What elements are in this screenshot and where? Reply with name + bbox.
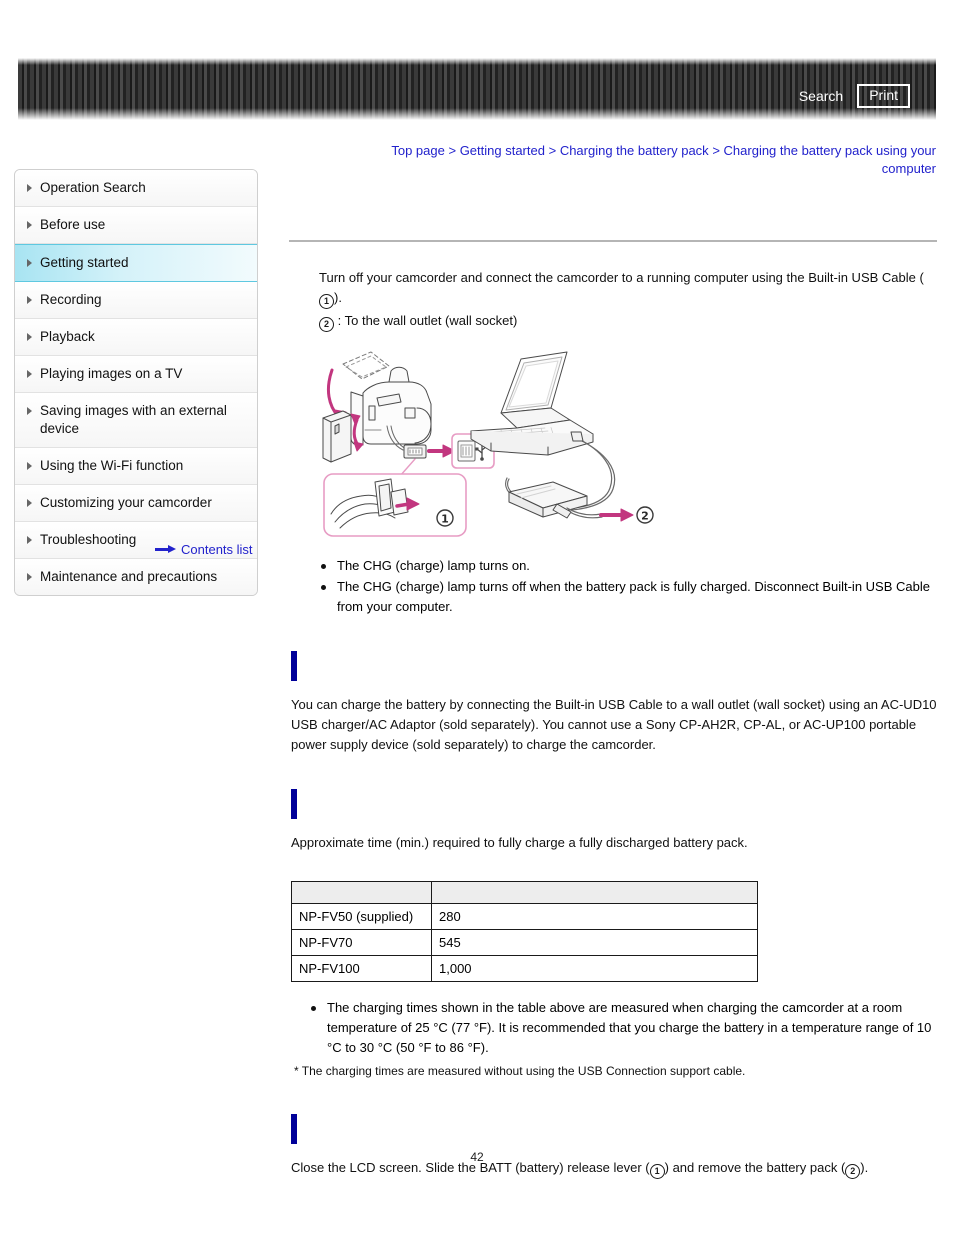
list-item: The CHG (charge) lamp turns off when the… bbox=[321, 577, 937, 617]
sidebar-item-label: Maintenance and precautions bbox=[40, 569, 218, 584]
wall-outlet-note-paragraph: 2 : To the wall outlet (wall socket) bbox=[319, 311, 937, 332]
table-cell-battery: NP-FV50 (supplied) bbox=[291, 903, 432, 930]
sidebar-item-label: Saving images with an external device bbox=[40, 403, 227, 436]
sidebar-navigation: Operation Search Before use Getting star… bbox=[14, 169, 258, 596]
sidebar-item-getting-started[interactable]: Getting started bbox=[15, 244, 257, 282]
table-header-row bbox=[291, 881, 758, 904]
sidebar-item-playback[interactable]: Playback bbox=[15, 319, 257, 356]
print-button[interactable]: Print bbox=[857, 84, 910, 109]
chevron-right-icon bbox=[27, 462, 32, 470]
sidebar-item-label: Customizing your camcorder bbox=[40, 495, 212, 510]
charging-time-notes-list: The charging times shown in the table ab… bbox=[289, 998, 937, 1058]
search-link[interactable]: Search bbox=[799, 89, 843, 103]
sidebar-item-label: Recording bbox=[40, 292, 102, 307]
breadcrumb-separator: > bbox=[712, 143, 720, 158]
chevron-right-icon bbox=[27, 296, 32, 304]
section-body-charging-wall: You can charge the battery by connecting… bbox=[291, 697, 937, 752]
chevron-right-icon bbox=[27, 499, 32, 507]
breadcrumb-item-top-page[interactable]: Top page bbox=[391, 143, 445, 158]
wall-outlet-note-text: : To the wall outlet (wall socket) bbox=[337, 313, 518, 328]
charging-time-table: NP-FV50 (supplied) 280 NP-FV70 545 NP-FV… bbox=[291, 881, 758, 982]
sidebar-item-operation-search[interactable]: Operation Search bbox=[15, 170, 257, 207]
svg-text:2: 2 bbox=[641, 510, 649, 523]
chevron-right-icon bbox=[27, 259, 32, 267]
content-divider bbox=[289, 240, 937, 242]
breadcrumb: Top page > Getting started > Charging th… bbox=[345, 142, 936, 178]
breadcrumb-item-getting-started[interactable]: Getting started bbox=[460, 143, 545, 158]
table-row: NP-FV70 545 bbox=[291, 929, 758, 956]
sidebar-item-saving-images-external-device[interactable]: Saving images with an external device bbox=[15, 393, 257, 448]
step-instruction-text: Turn off your camcorder and connect the … bbox=[319, 270, 924, 285]
chevron-right-icon bbox=[27, 333, 32, 341]
sidebar-item-label: Getting started bbox=[40, 255, 129, 270]
breadcrumb-separator: > bbox=[548, 143, 557, 158]
breadcrumb-separator: > bbox=[448, 143, 457, 158]
chevron-right-icon bbox=[27, 221, 32, 229]
header-controls: Search Print bbox=[799, 84, 910, 109]
sidebar-item-label: Using the Wi-Fi function bbox=[40, 458, 184, 473]
section-marker-bar bbox=[291, 1114, 297, 1144]
table-row: NP-FV100 1,000 bbox=[291, 955, 758, 982]
chevron-right-icon bbox=[27, 370, 32, 378]
charging-time-footnote: * The charging times are measured withou… bbox=[294, 1064, 746, 1078]
page-number: 42 bbox=[470, 1150, 484, 1164]
section-marker-bar bbox=[291, 789, 297, 819]
sidebar-item-label: Playback bbox=[40, 329, 95, 344]
badge-circle-two: 2 bbox=[319, 317, 334, 332]
section-body-charging-time: Approximate time (min.) required to full… bbox=[291, 835, 748, 850]
chevron-right-icon bbox=[27, 407, 32, 415]
arrow-right-icon bbox=[155, 545, 177, 554]
badge-circle-two: 2 bbox=[845, 1164, 861, 1179]
main-content: Turn off your camcorder and connect the … bbox=[289, 240, 937, 1179]
contents-list-link[interactable]: Contents list bbox=[155, 542, 253, 557]
table-header-cell-battery bbox=[291, 881, 432, 904]
site-header-banner: Search Print bbox=[18, 58, 936, 120]
svg-text:1: 1 bbox=[441, 513, 449, 526]
chevron-right-icon bbox=[27, 536, 32, 544]
section-marker-bar bbox=[291, 651, 297, 681]
sidebar-item-recording[interactable]: Recording bbox=[15, 282, 257, 319]
sidebar-item-label: Operation Search bbox=[40, 180, 146, 195]
sidebar-item-using-the-wifi-function[interactable]: Using the Wi-Fi function bbox=[15, 448, 257, 485]
table-row: NP-FV50 (supplied) 280 bbox=[291, 903, 758, 930]
breadcrumb-item-current-page[interactable]: Charging the battery pack using your com… bbox=[724, 143, 936, 176]
sidebar-item-label: Before use bbox=[40, 217, 106, 232]
badge-circle-one: 1 bbox=[319, 294, 334, 309]
table-cell-time: 1,000 bbox=[431, 955, 758, 982]
table-cell-time: 545 bbox=[431, 929, 758, 956]
table-cell-battery: NP-FV70 bbox=[291, 929, 432, 956]
list-item: The charging times shown in the table ab… bbox=[311, 998, 937, 1058]
chevron-right-icon bbox=[27, 573, 32, 581]
badge-circle-one: 1 bbox=[649, 1164, 665, 1179]
chevron-right-icon bbox=[27, 184, 32, 192]
charge-lamp-bullet-list: The CHG (charge) lamp turns on. The CHG … bbox=[289, 556, 937, 617]
table-cell-battery: NP-FV100 bbox=[291, 955, 432, 982]
sidebar-item-maintenance-and-precautions[interactable]: Maintenance and precautions bbox=[15, 559, 257, 595]
contents-list-label: Contents list bbox=[181, 542, 253, 557]
breadcrumb-item-charging-the-battery-pack[interactable]: Charging the battery pack bbox=[560, 143, 709, 158]
sidebar-item-customizing-your-camcorder[interactable]: Customizing your camcorder bbox=[15, 485, 257, 522]
table-header-cell-time bbox=[431, 881, 758, 904]
step-instruction-paragraph: Turn off your camcorder and connect the … bbox=[319, 268, 937, 309]
sidebar-item-label: Playing images on a TV bbox=[40, 366, 183, 381]
sidebar-item-playing-images-on-a-tv[interactable]: Playing images on a TV bbox=[15, 356, 257, 393]
list-item: The CHG (charge) lamp turns on. bbox=[321, 556, 937, 576]
table-cell-time: 280 bbox=[431, 903, 758, 930]
camcorder-usb-computer-illustration: 1 2 bbox=[305, 346, 655, 546]
sidebar-item-before-use[interactable]: Before use bbox=[15, 207, 257, 244]
step-instruction-text-end: ). bbox=[334, 290, 342, 305]
